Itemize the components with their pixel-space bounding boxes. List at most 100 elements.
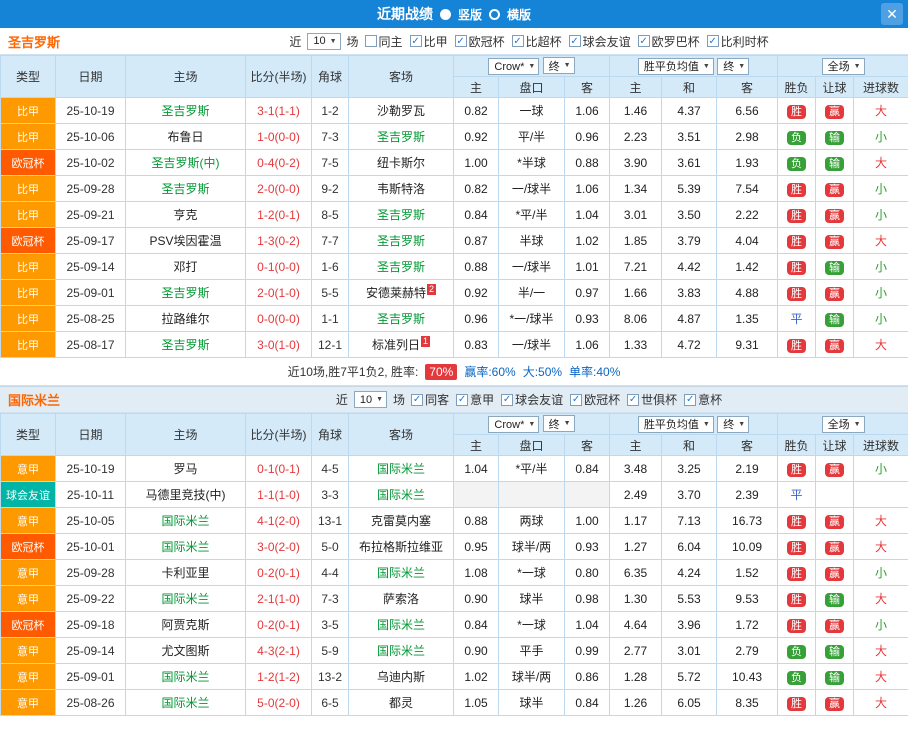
away-team-link[interactable]: 圣吉罗斯 — [377, 130, 425, 144]
away-team-link[interactable]: 国际米兰 — [377, 618, 425, 632]
home-team-link[interactable]: 国际米兰 — [161, 670, 209, 684]
away-team-cell: 圣吉罗斯 — [348, 123, 454, 150]
filter-checkbox[interactable]: ✓ — [627, 393, 640, 406]
close-button[interactable]: ✕ — [881, 3, 903, 25]
avg-draw: 3.83 — [661, 279, 718, 306]
away-team-link[interactable]: 安德莱赫特 — [366, 286, 426, 300]
fulltime-select[interactable]: 全场 ▼ — [821, 415, 865, 433]
away-team-link[interactable]: 国际米兰 — [377, 488, 425, 502]
match-count-select[interactable]: 10 ▼ — [353, 391, 388, 408]
handicap-result-badge-cell: 赢 — [815, 279, 855, 306]
odds-away: 0.84 — [563, 455, 611, 482]
odds-handicap: *一球 — [498, 559, 565, 586]
home-team-link[interactable]: 圣吉罗斯 — [161, 104, 209, 118]
away-team-link[interactable]: 萨索洛 — [383, 592, 419, 606]
away-team-link[interactable]: 韦斯特洛 — [377, 182, 425, 196]
away-team-link[interactable]: 标准列日 — [372, 338, 420, 352]
home-team-link[interactable]: 布鲁日 — [167, 130, 203, 144]
away-team-link[interactable]: 国际米兰 — [377, 462, 425, 476]
home-team-link[interactable]: 马德里竞技(中) — [146, 488, 226, 502]
bookmaker-select[interactable]: Crow* ▼ — [488, 58, 540, 75]
match-row: 意甲 25-08-26 国际米兰 5-0(2-0) 6-5 都灵 1.05 球半 0.84 1.2… — [0, 689, 908, 716]
result-badge-cell: 胜 — [777, 507, 817, 534]
odds-final-select[interactable]: 终 ▼ — [542, 57, 575, 74]
away-team-link[interactable]: 圣吉罗斯 — [377, 208, 425, 222]
bookmaker-select[interactable]: Crow* ▼ — [488, 416, 540, 433]
col-header-corner: 角球 — [311, 55, 349, 98]
result-badge-cell: 胜 — [777, 689, 817, 716]
home-team-link[interactable]: PSV埃因霍温 — [149, 234, 221, 248]
filter-checkbox-label: 比超杯 — [525, 34, 562, 49]
handicap-result-badge: 输 — [825, 130, 845, 145]
single-rate: 单率:40% — [569, 365, 621, 379]
away-team-link[interactable]: 圣吉罗斯 — [377, 312, 425, 326]
layout-radio-vertical[interactable] — [439, 8, 451, 20]
home-team-link[interactable]: 国际米兰 — [161, 592, 209, 606]
away-team-link[interactable]: 圣吉罗斯 — [377, 234, 425, 248]
summary-text: 近10场,胜7平1负2, 胜率: — [287, 365, 419, 379]
away-team-link[interactable]: 圣吉罗斯 — [377, 260, 425, 274]
home-team-link[interactable]: 拉路维尔 — [161, 312, 209, 326]
avg-home: 1.85 — [609, 227, 663, 254]
filter-checkbox[interactable]: ✓ — [570, 393, 583, 406]
home-team-link[interactable]: 国际米兰 — [161, 540, 209, 554]
handicap-result-badge: 赢 — [825, 618, 845, 633]
col-header-home: 主场 — [125, 55, 246, 98]
layout-radio-vertical-label[interactable]: 竖版 — [458, 6, 482, 23]
avg-away: 7.54 — [716, 175, 779, 202]
away-team-link[interactable]: 乌迪内斯 — [377, 670, 425, 684]
away-team-link[interactable]: 都灵 — [389, 696, 413, 710]
avg-final-select[interactable]: 终 ▼ — [717, 57, 750, 75]
away-team-link[interactable]: 国际米兰 — [377, 644, 425, 658]
odds-handicap: *一球 — [498, 611, 565, 638]
away-team-link[interactable]: 布拉格斯拉维亚 — [359, 540, 443, 554]
home-team-link[interactable]: 圣吉罗斯 — [161, 182, 209, 196]
filter-checkbox[interactable] — [364, 35, 377, 47]
avg-odds-select[interactable]: 胜平负均值 ▼ — [637, 57, 714, 75]
home-team-link[interactable]: 圣吉罗斯(中) — [152, 156, 220, 170]
layout-radio-horizontal-label[interactable]: 横版 — [507, 6, 531, 23]
filter-checkbox[interactable]: ✓ — [456, 393, 469, 406]
home-team-cell: 亨克 — [125, 201, 246, 228]
home-team-link[interactable]: 亨克 — [173, 208, 197, 222]
home-team-link[interactable]: 国际米兰 — [161, 696, 209, 710]
home-team-link[interactable]: 罗马 — [173, 462, 197, 476]
avg-odds-select[interactable]: 胜平负均值 ▼ — [637, 415, 714, 433]
team-name-title[interactable]: 圣吉罗斯 — [0, 32, 150, 51]
filter-checkbox[interactable]: ✓ — [637, 35, 650, 47]
odds-home: 0.90 — [453, 585, 499, 612]
home-team-cell: 国际米兰 — [125, 689, 246, 716]
goals-result-cell: 小 — [853, 175, 908, 202]
filter-checkbox[interactable]: ✓ — [411, 393, 424, 406]
avg-home: 1.26 — [609, 689, 663, 716]
filter-checkbox[interactable]: ✓ — [684, 393, 697, 406]
layout-radio-horizontal[interactable] — [489, 8, 500, 20]
team-name-title[interactable]: 国际米兰 — [0, 390, 150, 409]
avg-final-select[interactable]: 终 ▼ — [717, 415, 750, 433]
home-team-link[interactable]: 国际米兰 — [161, 514, 209, 528]
filter-checkbox[interactable]: ✓ — [568, 35, 581, 47]
league-badge: 意甲 — [0, 689, 56, 716]
match-count-select[interactable]: 10 ▼ — [307, 32, 341, 50]
away-team-link[interactable]: 纽卡斯尔 — [377, 156, 425, 170]
home-team-link[interactable]: 圣吉罗斯 — [161, 286, 209, 300]
filter-checkbox[interactable]: ✓ — [501, 393, 514, 406]
home-team-link[interactable]: 卡利亚里 — [161, 566, 209, 580]
filter-checkbox[interactable]: ✓ — [511, 35, 524, 47]
home-team-link[interactable]: 圣吉罗斯 — [161, 338, 209, 352]
fulltime-select[interactable]: 全场 ▼ — [821, 57, 865, 75]
home-team-link[interactable]: 邓打 — [173, 260, 197, 274]
away-team-link[interactable]: 沙勒罗瓦 — [377, 104, 425, 118]
odds-handicap — [498, 481, 565, 508]
home-team-link[interactable]: 阿贾克斯 — [161, 618, 209, 632]
odds-final-select[interactable]: 终 ▼ — [542, 415, 575, 432]
home-team-link[interactable]: 尤文图斯 — [161, 644, 209, 658]
away-team-link[interactable]: 国际米兰 — [377, 566, 425, 580]
avg-away: 2.39 — [716, 481, 779, 508]
league-badge: 意甲 — [0, 585, 56, 612]
filter-checkbox[interactable]: ✓ — [409, 35, 422, 47]
filter-checkbox[interactable]: ✓ — [454, 35, 467, 47]
filter-checkbox-label: 欧罗巴杯 — [651, 34, 700, 49]
away-team-link[interactable]: 克雷莫内塞 — [371, 514, 431, 528]
filter-checkbox[interactable]: ✓ — [706, 35, 719, 47]
